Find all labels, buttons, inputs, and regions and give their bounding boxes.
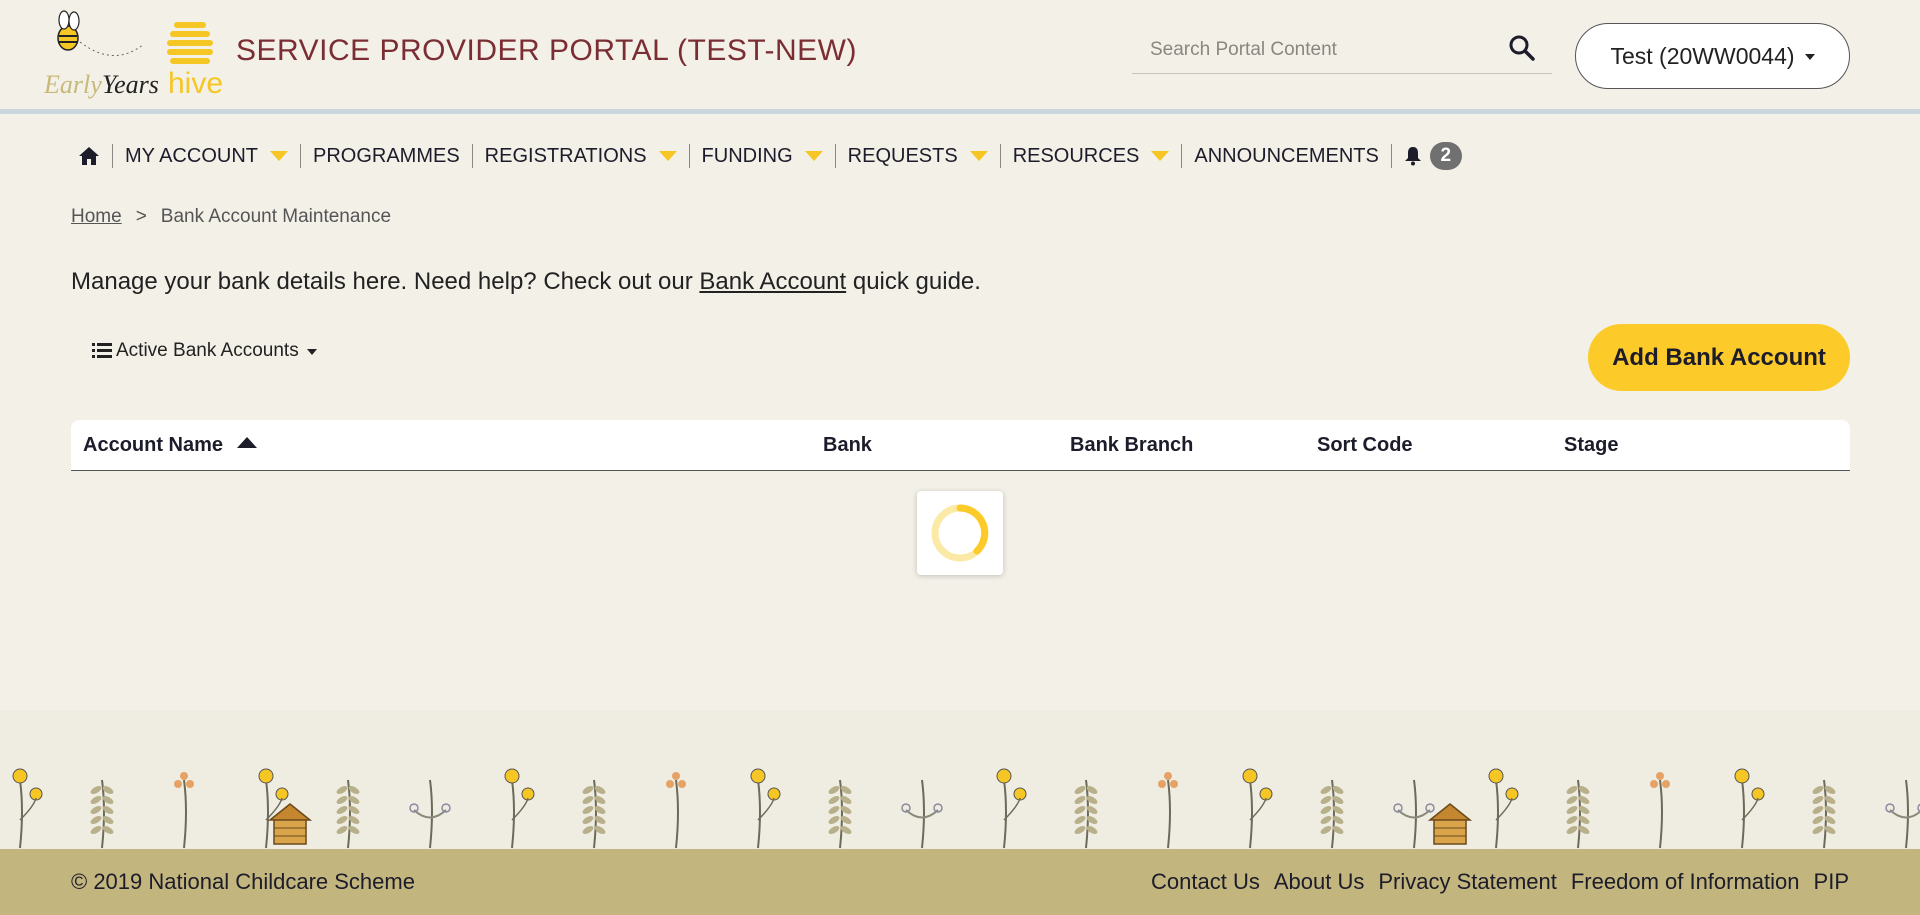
dropdown-triangle-icon [1151,151,1170,161]
footer-link-privacy-statement[interactable]: Privacy Statement [1378,869,1557,895]
svg-text:Years: Years [102,70,159,99]
nav-my-account[interactable]: MY ACCOUNT [113,144,301,168]
footer-decoration [0,710,1920,850]
column-sort-code[interactable]: Sort Code [1317,434,1413,457]
footer-link-about-us[interactable]: About Us [1274,869,1365,895]
column-bank-branch[interactable]: Bank Branch [1070,434,1193,457]
search-box [1132,26,1552,74]
footer-link-contact-us[interactable]: Contact Us [1151,869,1260,895]
add-bank-account-button[interactable]: Add Bank Account [1588,324,1850,391]
dropdown-triangle-icon [804,151,823,161]
site-header: Early Years hive SERVICE PROVIDER PORTAL… [0,0,1920,114]
breadcrumb: Home > Bank Account Maintenance [71,206,391,228]
column-bank[interactable]: Bank [823,434,872,457]
search-icon[interactable] [1508,34,1538,64]
early-years-hive-logo[interactable]: Early Years hive [44,8,234,100]
bank-account-guide-link[interactable]: Bank Account [699,268,846,295]
nav-funding[interactable]: FUNDING [690,144,836,168]
column-account-name[interactable]: Account Name [83,434,258,457]
nav-requests[interactable]: REQUESTS [836,144,1001,168]
user-account-label: Test (20WW0044) [1610,42,1795,69]
site-footer: © 2019 National Childcare Scheme Contact… [0,849,1920,915]
user-account-dropdown[interactable]: Test (20WW0044) [1575,23,1850,89]
portal-title: SERVICE PROVIDER PORTAL (TEST-NEW) [236,34,857,67]
bank-accounts-table-header: Account Name Bank Bank Branch Sort Code … [71,420,1850,471]
footer-link-freedom-of-information[interactable]: Freedom of Information [1571,869,1800,895]
sort-ascending-icon [237,437,258,448]
nav-programmes[interactable]: PROGRAMMES [301,144,473,168]
dropdown-triangle-icon [269,151,288,161]
bell-icon [1404,147,1421,166]
svg-text:hive: hive [168,67,223,100]
footer-links: Contact Us About Us Privacy Statement Fr… [1151,869,1849,895]
nav-resources[interactable]: RESOURCES [1001,144,1183,168]
intro-text: Manage your bank details here. Need help… [71,268,981,295]
nav-notifications[interactable]: 2 [1392,142,1474,170]
search-input[interactable] [1150,36,1490,64]
notification-count-badge: 2 [1429,142,1462,170]
nav-announcements[interactable]: ANNOUNCEMENTS [1182,144,1392,168]
chevron-down-icon [1804,54,1815,60]
breadcrumb-home-link[interactable]: Home [71,206,122,228]
chevron-down-icon [306,349,317,355]
copyright-text: © 2019 National Childcare Scheme [71,869,415,894]
main-nav: MY ACCOUNT PROGRAMMES REGISTRATIONS FUND… [70,138,1474,174]
spinner-icon [931,504,989,562]
view-selector-label: Active Bank Accounts [116,340,299,361]
footer-link-pip[interactable]: PIP [1814,869,1849,895]
home-icon [79,147,99,165]
loading-spinner [917,491,1003,575]
breadcrumb-separator: > [135,206,147,227]
floral-border-illustration [12,768,1920,849]
svg-text:Early: Early [44,70,102,99]
dropdown-triangle-icon [658,151,677,161]
nav-home[interactable] [70,144,113,168]
view-selector[interactable]: Active Bank Accounts [92,340,317,362]
nav-registrations[interactable]: REGISTRATIONS [473,144,690,168]
dropdown-triangle-icon [969,151,988,161]
breadcrumb-current: Bank Account Maintenance [160,206,392,227]
list-icon [92,343,112,358]
column-stage[interactable]: Stage [1564,434,1618,457]
